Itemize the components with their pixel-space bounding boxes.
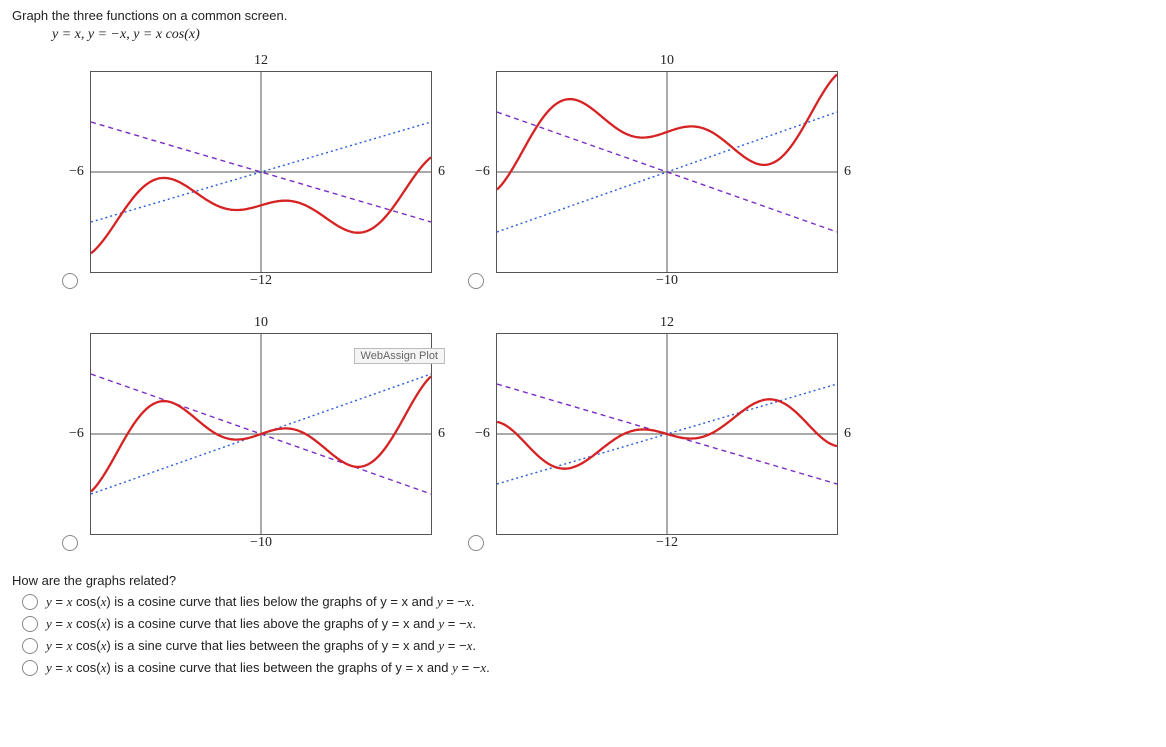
radio-answer-2[interactable] — [22, 616, 38, 632]
radio-plot-D[interactable] — [468, 535, 484, 551]
plot-B: 10−66−10 — [496, 53, 838, 291]
plot-canvas: −66 — [496, 333, 838, 535]
radio-plot-A[interactable] — [62, 273, 78, 289]
plot-canvas: −66WebAssign Plot — [90, 333, 432, 535]
answer-text: y = x cos(x) is a cosine curve that lies… — [46, 594, 475, 610]
x-left-label: −6 — [69, 426, 84, 442]
plot-canvas: −66 — [496, 71, 838, 273]
question-prompt: Graph the three functions on a common sc… — [12, 8, 1154, 23]
x-right-label: 6 — [844, 426, 851, 442]
plot-option-A[interactable]: 12−66−12 — [62, 53, 432, 291]
answer-text: y = x cos(x) is a sine curve that lies b… — [46, 638, 476, 654]
plot-D: 12−66−12 — [496, 315, 838, 553]
plot-C: 10−66WebAssign Plot−10 — [90, 315, 432, 553]
radio-answer-1[interactable] — [22, 594, 38, 610]
y-bottom-label: −12 — [250, 273, 272, 291]
radio-answer-3[interactable] — [22, 638, 38, 654]
y-top-label: 10 — [254, 315, 268, 333]
radio-plot-C[interactable] — [62, 535, 78, 551]
y-top-label: 12 — [660, 315, 674, 333]
radio-plot-B[interactable] — [468, 273, 484, 289]
y-top-label: 12 — [254, 53, 268, 71]
x-left-label: −6 — [69, 164, 84, 180]
plot-A: 12−66−12 — [90, 53, 432, 291]
plot-option-B[interactable]: 10−66−10 — [468, 53, 838, 291]
question-2: How are the graphs related? — [12, 573, 1154, 588]
answer-option-2[interactable]: y = x cos(x) is a cosine curve that lies… — [22, 616, 1154, 632]
plot-option-C[interactable]: 10−66WebAssign Plot−10 — [62, 315, 432, 553]
answer-text: y = x cos(x) is a cosine curve that lies… — [46, 616, 476, 632]
x-left-label: −6 — [475, 164, 490, 180]
y-bottom-label: −10 — [656, 273, 678, 291]
plot-canvas: −66 — [90, 71, 432, 273]
plot-choices: 12−66−1210−66−1010−66WebAssign Plot−1012… — [62, 53, 1154, 553]
answer-option-3[interactable]: y = x cos(x) is a sine curve that lies b… — [22, 638, 1154, 654]
answer-option-4[interactable]: y = x cos(x) is a cosine curve that lies… — [22, 660, 1154, 676]
answer-text: y = x cos(x) is a cosine curve that lies… — [46, 660, 490, 676]
radio-answer-4[interactable] — [22, 660, 38, 676]
plot-option-D[interactable]: 12−66−12 — [468, 315, 838, 553]
y-bottom-label: −10 — [250, 535, 272, 553]
y-bottom-label: −12 — [656, 535, 678, 553]
x-right-label: 6 — [438, 426, 445, 442]
x-right-label: 6 — [844, 164, 851, 180]
equation-list: y = x, y = −x, y = x cos(x) — [52, 27, 1154, 43]
x-left-label: −6 — [475, 426, 490, 442]
answer-option-1[interactable]: y = x cos(x) is a cosine curve that lies… — [22, 594, 1154, 610]
x-right-label: 6 — [438, 164, 445, 180]
y-top-label: 10 — [660, 53, 674, 71]
answer-list: y = x cos(x) is a cosine curve that lies… — [22, 594, 1154, 676]
